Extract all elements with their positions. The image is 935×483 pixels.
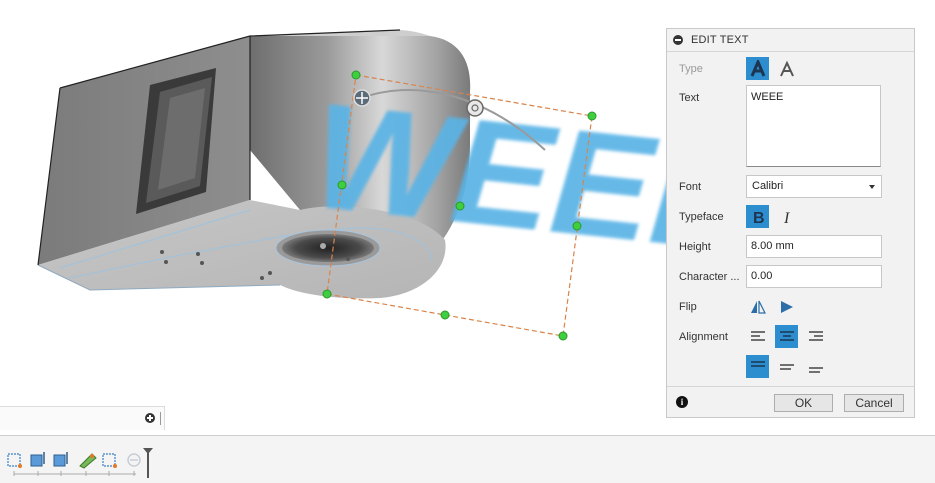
rotate-manipulator-icon[interactable] [466,99,484,117]
browser-panel-collapsed[interactable] [0,406,165,430]
font-label: Font [679,181,702,193]
panel-resize-handle[interactable] [160,412,161,425]
flip-vertical-icon [780,300,793,313]
align-middle-icon [779,363,794,370]
font-select[interactable]: Calibri [746,175,882,198]
font-row: Font Calibri [667,175,916,199]
add-icon[interactable] [145,413,155,423]
type-label: Type [679,63,703,75]
dialog-title: EDIT TEXT [691,34,749,46]
edit-text-dialog: EDIT TEXT Type Text WEEE Font Calibri Ty… [666,28,915,418]
handle-center[interactable] [455,201,465,211]
alignment-label: Alignment [679,331,728,343]
flip-row: Flip [667,295,916,319]
character-spacing-row: Character ... 0.00 [667,265,916,289]
handle-corner-bottom-left[interactable] [322,289,332,299]
type-row: Type [667,57,916,83]
align-bottom-button[interactable] [804,355,827,378]
chevron-down-icon [869,185,875,189]
move-manipulator-icon[interactable] [353,89,371,107]
ok-button[interactable]: OK [774,394,833,412]
align-right-icon [808,330,823,341]
timeline-bar [0,435,935,483]
align-top-button[interactable] [746,355,769,378]
timeline-features [7,448,153,478]
handle-left[interactable] [337,180,347,190]
align-left-icon [750,330,765,341]
timeline-sketch-icon[interactable] [7,453,22,468]
typeface-row: Typeface B I [667,205,916,229]
cancel-button[interactable]: Cancel [844,394,904,412]
align-right-button[interactable] [804,325,827,348]
align-top-icon [750,360,765,367]
align-center-button[interactable] [775,325,798,348]
handle-corner-top-left[interactable] [351,70,361,80]
character-spacing-input[interactable]: 0.00 [746,265,882,288]
text-label: Text [679,92,700,104]
flip-horizontal-button[interactable] [746,295,769,318]
flip-vertical-button[interactable] [775,295,798,318]
text-type-icon [750,59,765,77]
type-text-button[interactable] [746,57,769,80]
handle-bottom[interactable] [440,310,450,320]
alignment-row: Alignment [667,325,916,381]
info-icon[interactable]: i [676,396,688,408]
height-label: Height [679,241,711,253]
italic-icon: I [783,210,790,225]
font-select-value: Calibri [752,180,784,192]
flip-label: Flip [679,301,697,313]
svg-text:I: I [783,210,790,225]
handle-corner-bottom-right[interactable] [558,331,568,341]
dialog-header: EDIT TEXT [667,29,914,52]
flip-horizontal-icon [750,300,766,314]
align-left-button[interactable] [746,325,769,348]
align-middle-button[interactable] [775,355,798,378]
align-bottom-icon [808,366,823,373]
text-row: Text WEEE [667,85,916,171]
align-center-icon [779,330,794,341]
timeline-fillet-icon[interactable] [79,453,97,469]
dialog-footer: i OK Cancel [667,386,914,419]
type-text-on-path-button[interactable] [775,57,798,80]
bold-button[interactable]: B [746,205,769,228]
timeline-sketch-2-icon[interactable] [102,453,117,468]
timeline-marker-handle[interactable] [143,448,153,478]
handle-corner-top-right[interactable] [587,111,597,121]
height-row: Height 8.00 mm [667,235,916,259]
timeline-extrude-icon[interactable] [30,452,45,467]
height-input[interactable]: 8.00 mm [746,235,882,258]
handle-right[interactable] [572,221,582,231]
text-on-path-icon [779,60,794,76]
collapse-icon[interactable] [673,35,683,45]
character-spacing-label: Character ... [679,271,740,283]
italic-button[interactable]: I [775,205,798,228]
svg-text:B: B [753,210,765,225]
timeline-text-feature-icon[interactable] [127,453,141,467]
bold-icon: B [753,210,765,225]
timeline-extrude-2-icon[interactable] [53,452,68,467]
text-input[interactable]: WEEE [746,85,881,167]
typeface-label: Typeface [679,211,724,223]
